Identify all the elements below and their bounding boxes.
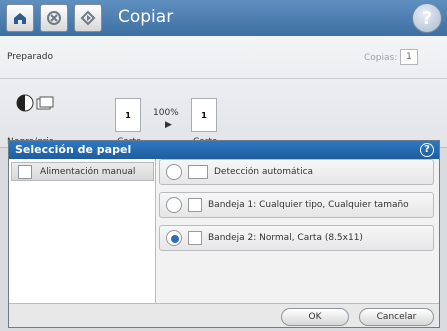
status-divider [0, 78, 447, 79]
option-tray-2[interactable]: Bandeja 2: Normal, Carta (8.5x11) [159, 225, 434, 251]
auto-detect-icon [188, 165, 208, 179]
copies-input[interactable]: 1 [400, 49, 418, 65]
option-label: Bandeja 2: Normal, Carta (8.5x11) [208, 233, 363, 243]
zoom-label: 100% [153, 108, 179, 118]
dialog-title: Selección de papel [15, 143, 132, 156]
tray-icon [188, 231, 202, 245]
radio-button[interactable] [166, 164, 182, 180]
manual-feed-label: Alimentación manual [40, 166, 136, 177]
help-button[interactable]: ? [412, 3, 442, 33]
copy-document[interactable]: 1 [191, 98, 217, 132]
stop-button[interactable] [40, 4, 68, 32]
manual-feed-item[interactable]: Alimentación manual [11, 162, 154, 181]
status-area: Preparado Copias: 1 100% ▶ [0, 36, 447, 148]
doc-left-count: 1 [125, 110, 131, 120]
original-document[interactable]: 1 [115, 98, 141, 132]
radio-button-selected[interactable] [166, 230, 182, 246]
copies-label: Copias: [364, 53, 398, 63]
doc-right-count: 1 [201, 110, 207, 120]
status-text: Preparado [7, 52, 53, 62]
manual-feed-checkbox[interactable] [18, 164, 32, 179]
dialog-help-button[interactable]: ? [420, 143, 434, 157]
stop-icon [47, 11, 61, 25]
arrow-right-icon: ▶ [165, 120, 172, 130]
option-tray-1[interactable]: Bandeja 1: Cualquier tipo, Cualquier tam… [159, 192, 434, 218]
option-auto-detect[interactable]: Detección automática [159, 159, 434, 185]
help-icon: ? [424, 144, 430, 155]
page-title: Copiar [118, 7, 174, 27]
radio-button[interactable] [166, 197, 182, 213]
black-gray-icon [16, 94, 34, 112]
pages-icon [36, 96, 54, 110]
top-bar: Copiar ? [0, 0, 447, 36]
cancel-button[interactable]: Cancelar [359, 308, 434, 326]
option-label: Bandeja 1: Cualquier tipo, Cualquier tam… [208, 200, 409, 210]
manual-feed-pane: Alimentación manual [9, 159, 156, 303]
start-icon [80, 10, 96, 26]
ok-button[interactable]: OK [281, 308, 349, 326]
paper-selection-dialog: Selección de papel ? Alimentación manual… [8, 140, 440, 328]
dialog-footer: OK Cancelar [9, 303, 439, 327]
help-icon: ? [421, 7, 433, 29]
start-button[interactable] [74, 4, 102, 32]
home-button[interactable] [6, 4, 34, 32]
tray-icon [188, 198, 202, 212]
dialog-header: Selección de papel ? [9, 141, 439, 159]
home-icon [14, 13, 26, 24]
option-label: Detección automática [214, 167, 314, 177]
